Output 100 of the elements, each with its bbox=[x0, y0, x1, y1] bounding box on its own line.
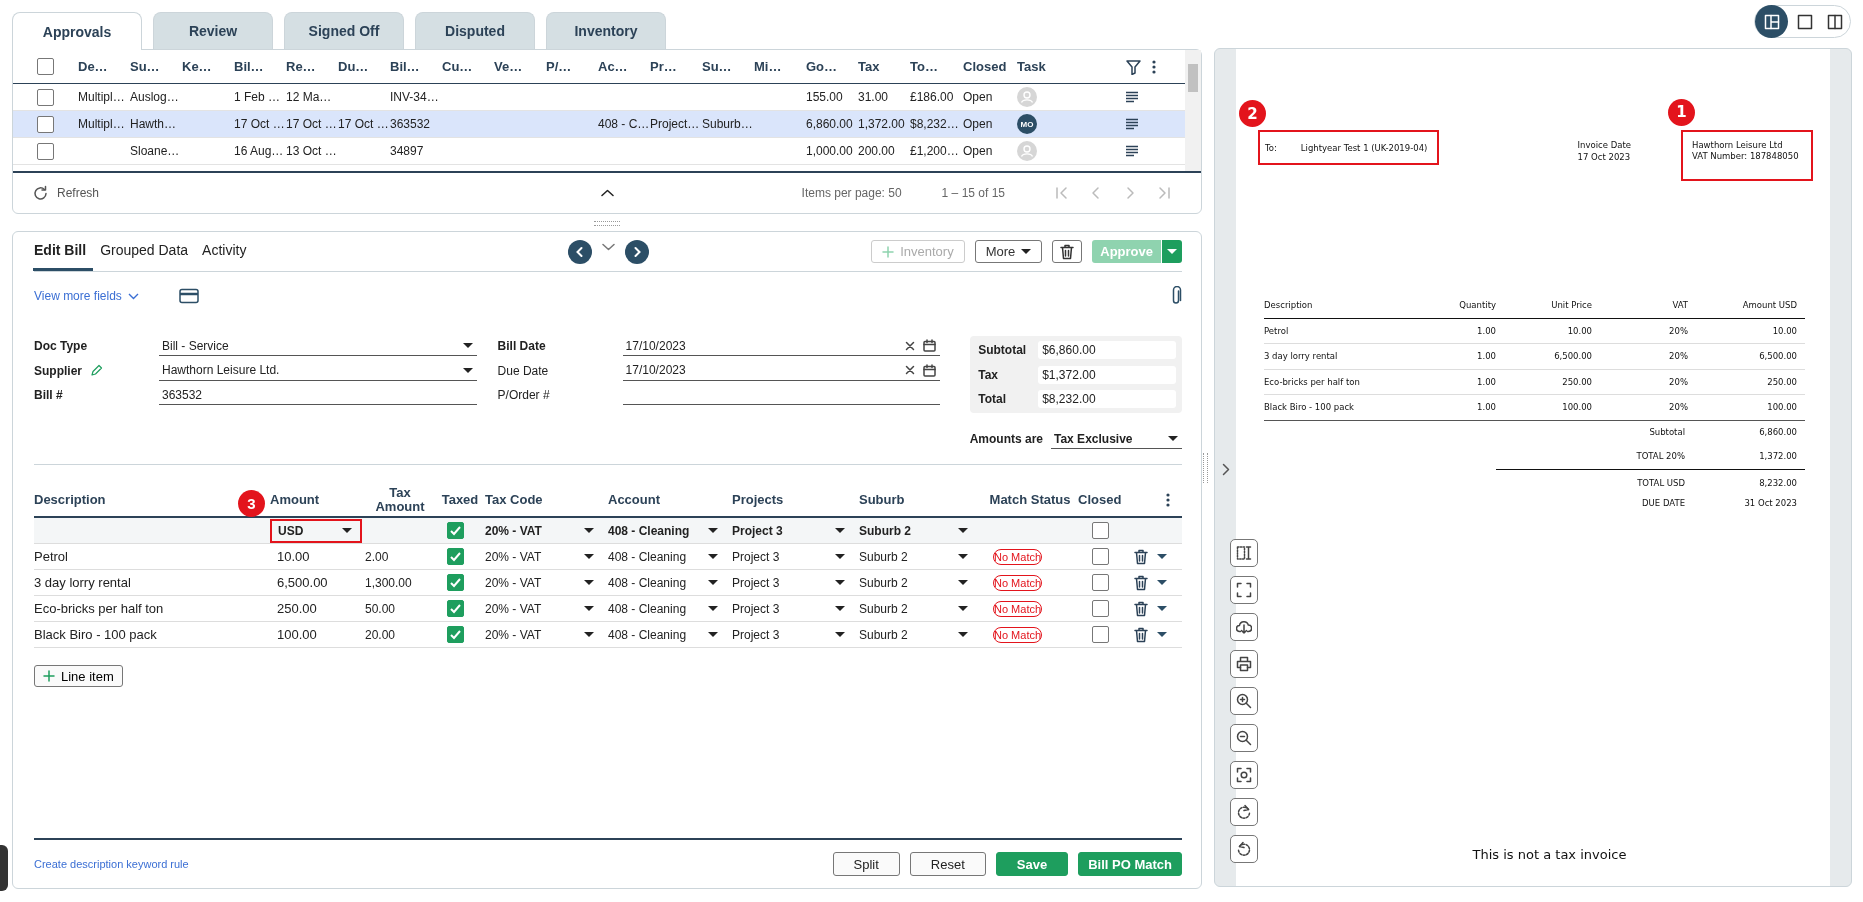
amount-cell[interactable]: 6,500.00 bbox=[270, 575, 365, 590]
tab[interactable]: Disputed bbox=[415, 12, 535, 49]
tab[interactable]: Inventory bbox=[546, 12, 666, 49]
tab[interactable]: Approvals bbox=[12, 12, 142, 50]
resize-handle[interactable] bbox=[1203, 453, 1208, 483]
project-select[interactable]: Project 3 bbox=[732, 546, 847, 567]
column-header[interactable]: Du… bbox=[338, 59, 390, 74]
filter-icon[interactable] bbox=[1125, 58, 1142, 75]
pencil-icon[interactable] bbox=[90, 364, 103, 378]
calendar-icon[interactable] bbox=[923, 363, 937, 377]
date-field[interactable]: 17/10/2023 bbox=[622, 336, 941, 357]
tax-code-select[interactable]: 20% - VAT bbox=[485, 624, 596, 645]
amount-cell[interactable]: 100.00 bbox=[270, 627, 365, 642]
tax-code-select[interactable]: 20% - VAT bbox=[485, 598, 596, 619]
tax-code-select[interactable]: 20% - VAT bbox=[485, 520, 596, 541]
layout-button[interactable] bbox=[1755, 5, 1788, 38]
view-more-link[interactable]: View more fields bbox=[34, 289, 139, 303]
checkbox[interactable] bbox=[1092, 574, 1109, 591]
trash-icon[interactable] bbox=[1134, 574, 1148, 591]
checkbox[interactable] bbox=[1092, 626, 1109, 643]
column-header[interactable]: Su… bbox=[130, 59, 182, 74]
chevron-down-icon[interactable] bbox=[601, 242, 615, 251]
column-header[interactable]: Su… bbox=[702, 59, 754, 74]
more-icon[interactable] bbox=[1152, 58, 1156, 75]
table-row[interactable]: Sloane… 16 Aug… 13 Oct … 34897 1,000.00 200.00 £1,200… Open bbox=[13, 138, 1185, 165]
description-cell[interactable]: 3 day lorry rental bbox=[34, 575, 270, 590]
column-header[interactable]: Ke… bbox=[182, 59, 234, 74]
suburb-select[interactable]: Suburb 2 bbox=[859, 572, 970, 593]
chevron-right-icon[interactable] bbox=[1222, 463, 1230, 476]
details-icon[interactable] bbox=[1125, 118, 1139, 130]
column-header[interactable]: Ve… bbox=[494, 59, 546, 74]
column-header[interactable]: Task bbox=[1017, 59, 1125, 74]
dropdown-button[interactable] bbox=[1161, 240, 1182, 263]
description-cell[interactable]: Eco-bricks per half ton bbox=[34, 601, 270, 616]
rotate-right-button[interactable] bbox=[1230, 798, 1258, 826]
checkbox[interactable] bbox=[37, 58, 54, 75]
fullscreen-button[interactable] bbox=[1230, 576, 1258, 604]
input-field[interactable]: 363532 bbox=[159, 385, 477, 406]
side-tab[interactable] bbox=[0, 845, 8, 891]
suburb-select[interactable]: Suburb 2 bbox=[859, 546, 970, 567]
select-field[interactable]: Tax Exclusive bbox=[1051, 429, 1182, 449]
rotate-left-button[interactable] bbox=[1230, 835, 1258, 863]
clear-icon[interactable] bbox=[905, 365, 916, 376]
account-select[interactable]: 408 - Cleaning bbox=[608, 572, 720, 593]
column-header[interactable]: De… bbox=[78, 59, 130, 74]
select-field[interactable]: Bill - Service bbox=[159, 336, 477, 357]
keyword-rule-link[interactable]: Create description keyword rule bbox=[34, 858, 189, 870]
description-cell[interactable]: Petrol bbox=[34, 549, 270, 564]
details-icon[interactable] bbox=[1125, 91, 1139, 103]
checkbox[interactable] bbox=[447, 626, 464, 643]
column-header[interactable]: Bil… bbox=[234, 59, 286, 74]
column-header[interactable]: Bil… bbox=[390, 59, 442, 74]
checkbox[interactable] bbox=[447, 548, 464, 565]
column-header[interactable]: To… bbox=[910, 59, 963, 74]
trash-icon[interactable] bbox=[1134, 626, 1148, 643]
date-field[interactable]: 17/10/2023 bbox=[622, 360, 941, 381]
details-icon[interactable] bbox=[1125, 145, 1139, 157]
project-select[interactable]: Project 3 bbox=[732, 520, 847, 541]
column-header[interactable]: Ac… bbox=[598, 59, 650, 74]
card-icon[interactable] bbox=[178, 288, 199, 304]
paperclip-icon[interactable] bbox=[1170, 286, 1182, 306]
text-select-button[interactable] bbox=[1230, 539, 1258, 567]
tab[interactable]: Signed Off bbox=[284, 12, 404, 49]
split-button[interactable]: Split bbox=[832, 852, 900, 876]
column-header[interactable]: P/… bbox=[546, 59, 598, 74]
description-cell[interactable]: Black Biro - 100 pack bbox=[34, 627, 270, 642]
zoom-in-button[interactable] bbox=[1230, 687, 1258, 715]
calendar-icon[interactable] bbox=[923, 339, 937, 353]
checkbox[interactable] bbox=[1092, 522, 1109, 539]
reset-button[interactable]: Reset bbox=[909, 852, 986, 876]
tax-code-select[interactable]: 20% - VAT bbox=[485, 546, 596, 567]
suburb-select[interactable]: Suburb 2 bbox=[859, 624, 970, 645]
column-header[interactable]: Go… bbox=[806, 59, 858, 74]
project-select[interactable]: Project 3 bbox=[732, 624, 847, 645]
cloud-download-button[interactable] bbox=[1230, 613, 1258, 641]
checkbox[interactable] bbox=[447, 522, 464, 539]
checkbox[interactable] bbox=[1092, 600, 1109, 617]
column-header[interactable]: Closed bbox=[963, 59, 1017, 74]
column-header[interactable]: Tax bbox=[858, 59, 910, 74]
trash-icon[interactable] bbox=[1134, 600, 1148, 617]
more-button[interactable]: More bbox=[974, 240, 1043, 263]
column-header[interactable]: Re… bbox=[286, 59, 338, 74]
more-icon[interactable] bbox=[1166, 492, 1170, 508]
clear-icon[interactable] bbox=[905, 340, 916, 351]
trash-icon[interactable] bbox=[1134, 548, 1148, 565]
tab[interactable]: Edit Bill bbox=[33, 242, 94, 271]
add-line-button[interactable]: Line item bbox=[34, 665, 123, 687]
tab[interactable]: Activity bbox=[195, 242, 254, 271]
suburb-select[interactable]: Suburb 2 bbox=[859, 598, 970, 619]
select-field[interactable]: Hawthorn Leisure Ltd. bbox=[159, 360, 477, 381]
resize-handle[interactable] bbox=[594, 221, 620, 226]
amount-cell[interactable]: 10.00 bbox=[270, 549, 365, 564]
tax-code-select[interactable]: 20% - VAT bbox=[485, 572, 596, 593]
checkbox[interactable] bbox=[37, 88, 54, 106]
tab[interactable]: Review bbox=[153, 12, 273, 49]
scrollbar[interactable] bbox=[1185, 50, 1201, 171]
amount-cell[interactable]: 250.00 bbox=[270, 601, 365, 616]
account-select[interactable]: 408 - Cleaning bbox=[608, 624, 720, 645]
account-select[interactable]: 408 - Cleaning bbox=[608, 598, 720, 619]
checkbox[interactable] bbox=[447, 574, 464, 591]
